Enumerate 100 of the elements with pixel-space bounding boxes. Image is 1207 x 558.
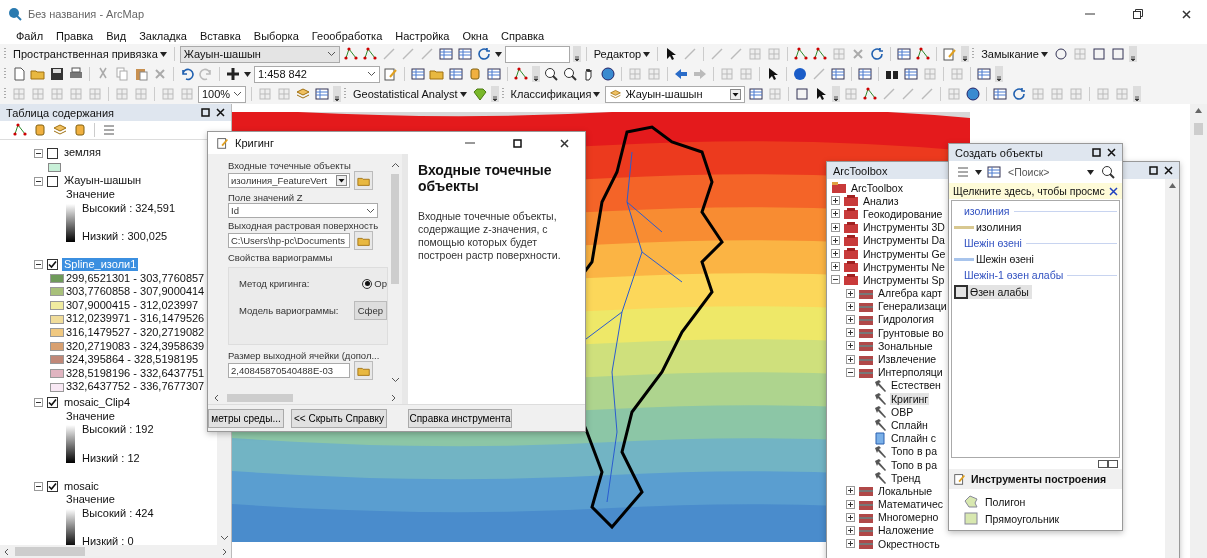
save-icon[interactable] (49, 66, 65, 82)
expand-icon[interactable] (846, 539, 855, 549)
close-icon[interactable] (1164, 166, 1173, 175)
toolbar-grip[interactable] (501, 87, 506, 101)
text-field[interactable] (504, 45, 570, 63)
square-icon[interactable] (1090, 46, 1107, 62)
expand-icon[interactable] (831, 196, 840, 206)
menu-item[interactable]: Вид (106, 30, 127, 42)
toolbox-item[interactable]: Топо в ра (890, 458, 939, 471)
toolbox-item[interactable]: Извлечение (877, 353, 938, 366)
expand-icon[interactable] (846, 301, 855, 311)
expand-icon[interactable] (831, 222, 840, 232)
feature-template[interactable]: Шежін өзені (954, 253, 1037, 265)
toolbox-item[interactable]: Локальные (877, 484, 934, 497)
close-icon[interactable] (1109, 186, 1118, 196)
toolbox-item[interactable]: Кригинг (890, 392, 930, 405)
maximize-icon[interactable] (512, 138, 522, 148)
overflow-button[interactable] (572, 46, 581, 62)
collapse-icon[interactable] (34, 148, 43, 158)
overflow-button[interactable] (490, 86, 499, 102)
toolbox-item[interactable]: Математичес (877, 498, 945, 511)
table-icon[interactable] (410, 66, 426, 82)
globe-icon[interactable] (965, 86, 982, 102)
expand-icon[interactable] (831, 235, 840, 245)
maximize-icon[interactable] (201, 108, 210, 117)
table-icon[interactable] (857, 66, 873, 82)
refresh-icon[interactable] (1011, 86, 1028, 102)
scale-field[interactable]: 1:458 842 (254, 65, 380, 83)
expand-icon[interactable] (846, 486, 855, 496)
table-icon[interactable] (456, 46, 473, 62)
dropdown-button[interactable] (336, 175, 347, 186)
layer-checkbox[interactable] (47, 397, 58, 409)
database-icon[interactable] (72, 122, 88, 138)
overflow-button[interactable] (1133, 86, 1142, 102)
edit-icon[interactable] (953, 472, 967, 486)
dialog-button[interactable]: Справка инструмента (408, 408, 512, 428)
restore-icon[interactable] (1133, 9, 1143, 19)
feature-template[interactable]: Өзен алабы (954, 285, 1032, 299)
circle-icon[interactable] (1052, 46, 1069, 62)
layer-checkbox[interactable] (47, 259, 58, 270)
edit-icon[interactable] (216, 136, 230, 150)
input-field[interactable]: изолиния_FeatureVert (228, 173, 350, 188)
table-icon[interactable] (437, 46, 454, 62)
toolbox-item[interactable]: Естествен (890, 379, 942, 392)
georeferencing-menu[interactable]: Пространственная привязка (11, 48, 169, 60)
menu-item[interactable]: Окна (462, 30, 488, 42)
collapse-icon[interactable] (34, 398, 43, 408)
scroll-right-icon[interactable] (222, 547, 227, 556)
table-icon[interactable] (314, 86, 330, 102)
refresh-icon[interactable] (475, 46, 492, 62)
toolbox-item[interactable]: Геокодирование (862, 207, 944, 220)
table-icon[interactable] (986, 164, 1002, 180)
hint-bar[interactable]: Щелкните здесь, чтобы просмс (949, 183, 1122, 199)
layer-name[interactable]: mosaic (62, 479, 101, 494)
diamond-icon[interactable] (471, 86, 488, 102)
menu-item[interactable]: Вставка (199, 30, 241, 42)
menu-item[interactable]: Геообработка (311, 30, 383, 42)
globe-icon[interactable] (600, 66, 616, 82)
toolbox-item[interactable]: Генерализаци (877, 300, 948, 313)
list-icon[interactable] (101, 122, 117, 138)
toolbox-item[interactable]: Зональные (877, 339, 934, 352)
table-icon[interactable] (992, 86, 1009, 102)
layer-dropdown[interactable]: Жауын-шашын (605, 85, 746, 103)
layer-name[interactable]: mosaic_Clip4 (62, 396, 133, 410)
dialog-button[interactable]: << Скрыть Справку (291, 408, 387, 428)
scrollbar[interactable] (1190, 104, 1207, 558)
scroll-left-icon[interactable] (214, 393, 219, 402)
zoom-in-icon[interactable] (1100, 164, 1116, 180)
toolbox-item[interactable]: Наложение (877, 524, 935, 537)
collapse-icon[interactable] (34, 481, 43, 491)
zoom-field[interactable]: 100% (198, 85, 246, 103)
scroll-up-icon[interactable] (1168, 183, 1176, 188)
vertex-icon[interactable] (793, 46, 810, 62)
collapse-icon[interactable] (846, 367, 855, 377)
expand-icon[interactable] (846, 288, 855, 298)
scrollbar[interactable] (0, 545, 231, 558)
clipboard-icon[interactable] (133, 66, 149, 82)
menu-item[interactable]: Справка (501, 30, 545, 42)
zoom-in-icon[interactable] (543, 66, 559, 82)
line-icon[interactable] (709, 46, 726, 62)
overflow-button[interactable] (832, 86, 841, 102)
toolbox-item[interactable]: Алгебра карт (877, 287, 944, 300)
model-dropdown[interactable]: Сфер (353, 301, 387, 320)
overflow-button[interactable] (333, 86, 341, 102)
refresh-icon[interactable] (869, 46, 886, 62)
toolbox-item[interactable]: Окрестность (877, 537, 941, 550)
input-field[interactable]: C:\Users\hp-pc\Documents (228, 233, 350, 248)
layer-checkbox[interactable] (47, 147, 58, 159)
toolbox-item[interactable]: Многомерно (877, 511, 940, 524)
toolbox-item[interactable]: Гидрология (877, 313, 935, 326)
maximize-icon[interactable] (1149, 166, 1158, 175)
scroll-left-icon[interactable] (4, 547, 9, 556)
collapse-icon[interactable] (34, 176, 43, 186)
expand-icon[interactable] (831, 262, 840, 272)
vertex-icon[interactable] (915, 46, 932, 62)
construction-tool[interactable]: Прямоугольник (949, 510, 1122, 527)
vertex-icon[interactable] (12, 122, 28, 138)
scroll-right-icon[interactable] (391, 393, 396, 402)
scroll-up-icon[interactable] (1195, 108, 1202, 113)
vertex-icon[interactable] (361, 46, 378, 62)
